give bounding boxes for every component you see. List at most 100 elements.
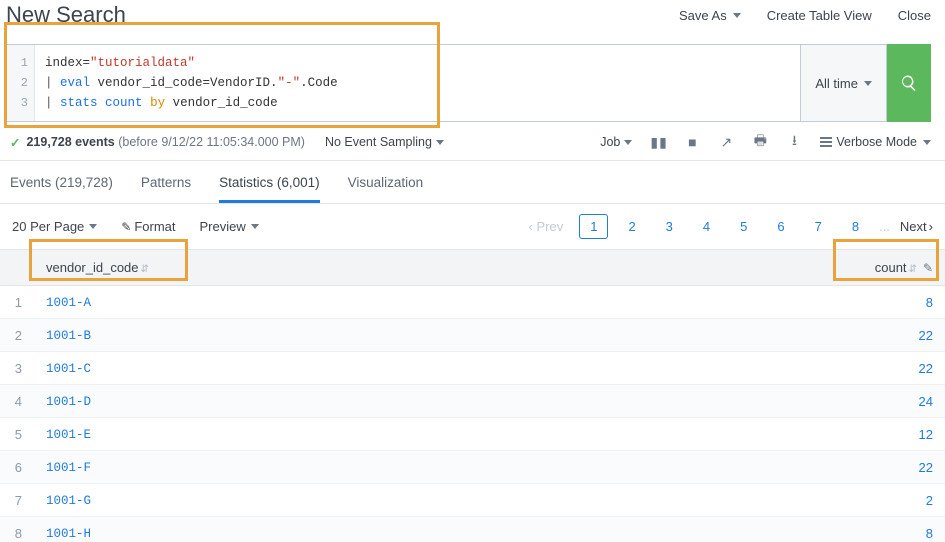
vendor-link[interactable]: 1001-B — [46, 329, 91, 343]
q-l3f: by — [150, 96, 165, 110]
caret-down-icon — [251, 224, 259, 229]
tab-events[interactable]: Events (219,728) — [10, 171, 113, 203]
page-7[interactable]: 7 — [805, 215, 832, 238]
pencil-icon[interactable]: ✎ — [923, 261, 933, 275]
events-count-value: 219,728 events — [26, 135, 114, 149]
vendor-link[interactable]: 1001-A — [46, 296, 91, 310]
print-icon[interactable]: 🖶 — [752, 130, 768, 154]
vendor-link[interactable]: 1001-G — [46, 494, 91, 508]
table-row: 5 1001-E 12 — [0, 418, 945, 451]
q-l2c: vendor_id_code=VendorID. — [90, 76, 278, 90]
download-icon[interactable]: ⭳ — [786, 130, 802, 154]
q-l2e: .Code — [300, 76, 338, 90]
query-editor[interactable]: 1 2 3 index="tutorialdata" | eval vendor… — [6, 44, 801, 122]
time-range-picker[interactable]: All time — [801, 44, 887, 122]
row-index: 7 — [0, 484, 34, 517]
tab-visualization[interactable]: Visualization — [348, 171, 424, 203]
count-cell[interactable]: 22 — [855, 352, 945, 385]
pencil-icon: ✎ — [121, 220, 131, 234]
next-page-link[interactable]: Next › — [900, 219, 933, 234]
count-cell[interactable]: 22 — [855, 319, 945, 352]
table-row: 1 1001-A 8 — [0, 286, 945, 319]
page-4[interactable]: 4 — [693, 215, 720, 238]
caret-down-icon — [436, 140, 444, 145]
gutter-line-1: 1 — [13, 53, 28, 73]
share-icon[interactable]: ↗ — [718, 134, 734, 151]
page-8[interactable]: 8 — [842, 215, 869, 238]
table-row: 2 1001-B 22 — [0, 319, 945, 352]
vendor-link[interactable]: 1001-D — [46, 395, 91, 409]
gutter-line-2: 2 — [13, 73, 28, 93]
results-table: vendor_id_code⇵ count⇵✎ 11001-A821001-B2… — [0, 249, 945, 542]
vendor-link[interactable]: 1001-H — [46, 527, 91, 541]
vendor-link[interactable]: 1001-E — [46, 428, 91, 442]
page-2[interactable]: 2 — [618, 215, 645, 238]
caret-down-icon — [89, 224, 97, 229]
vendor-cell: 1001-A — [34, 286, 855, 319]
table-row: 3 1001-C 22 — [0, 352, 945, 385]
vendor-link[interactable]: 1001-C — [46, 362, 91, 376]
check-icon: ✓ — [10, 135, 20, 150]
events-count: 219,728 events (before 9/12/22 11:05:34.… — [26, 135, 304, 149]
search-mode-dropdown[interactable]: Verbose Mode — [820, 135, 931, 149]
job-label: Job — [600, 135, 620, 149]
table-row: 81001-H8 — [0, 517, 945, 542]
mode-icon — [820, 137, 832, 147]
row-index: 3 — [0, 352, 34, 385]
col-vendor-label: vendor_id_code — [46, 260, 139, 275]
header-actions: Save As Create Table View Close — [679, 8, 931, 23]
job-dropdown[interactable]: Job — [600, 135, 632, 149]
pause-icon[interactable]: ▮▮ — [650, 134, 666, 151]
count-cell[interactable]: 12 — [855, 418, 945, 451]
row-index: 5 — [0, 418, 34, 451]
vendor-cell: 1001-C — [34, 352, 855, 385]
q-l2a: | — [45, 76, 60, 90]
row-index: 1 — [0, 286, 34, 319]
vendor-cell: 1001-E — [34, 418, 855, 451]
events-meta: (before 9/12/22 11:05:34.000 PM) — [118, 135, 305, 149]
row-index: 2 — [0, 319, 34, 352]
q-l3g: vendor_id_code — [165, 96, 278, 110]
row-index: 4 — [0, 385, 34, 418]
page-6[interactable]: 6 — [767, 215, 794, 238]
create-table-view-button[interactable]: Create Table View — [767, 8, 872, 23]
sampling-label: No Event Sampling — [325, 135, 432, 149]
save-as-button[interactable]: Save As — [679, 8, 741, 23]
per-page-label: 20 Per Page — [12, 219, 84, 234]
preview-dropdown[interactable]: Preview — [200, 219, 259, 234]
tab-patterns[interactable]: Patterns — [141, 171, 191, 203]
page-5[interactable]: 5 — [730, 215, 757, 238]
count-cell[interactable]: 8 — [855, 517, 945, 542]
save-as-label: Save As — [679, 8, 727, 23]
format-button[interactable]: ✎Format — [121, 219, 175, 234]
count-cell[interactable]: 8 — [855, 286, 945, 319]
stop-icon[interactable]: ■ — [684, 134, 700, 150]
results-toolbar: 20 Per Page ✎Format Preview ‹ Prev 1 2 3… — [0, 204, 945, 249]
col-count-label: count — [875, 260, 907, 275]
gutter-line-3: 3 — [13, 93, 28, 113]
close-button[interactable]: Close — [898, 8, 931, 23]
job-status-bar: ✓ 219,728 events (before 9/12/22 11:05:3… — [0, 122, 945, 161]
per-page-dropdown[interactable]: 20 Per Page — [12, 219, 97, 234]
q-l3b: stats — [60, 96, 98, 110]
count-cell[interactable]: 22 — [855, 451, 945, 484]
header: New Search Save As Create Table View Clo… — [0, 0, 945, 28]
prev-page-link[interactable]: ‹ Prev — [523, 215, 570, 238]
count-cell[interactable]: 2 — [855, 484, 945, 517]
tab-statistics[interactable]: Statistics (6,001) — [219, 171, 320, 203]
run-search-button[interactable] — [887, 44, 931, 122]
sort-icon: ⇵ — [909, 264, 917, 275]
table-row: 7 1001-G 2 — [0, 484, 945, 517]
page-3[interactable]: 3 — [656, 215, 683, 238]
q-l2d: "-" — [278, 76, 301, 90]
vendor-cell: 1001-F — [34, 451, 855, 484]
col-vendor-header[interactable]: vendor_id_code⇵ — [34, 250, 855, 286]
vendor-cell: 1001-D — [34, 385, 855, 418]
page-1[interactable]: 1 — [579, 214, 608, 239]
count-cell[interactable]: 24 — [855, 385, 945, 418]
col-count-header[interactable]: count⇵ ✎ — [855, 250, 945, 286]
query-code[interactable]: index="tutorialdata" | eval vendor_id_co… — [35, 45, 800, 121]
event-sampling-dropdown[interactable]: No Event Sampling — [325, 135, 444, 149]
q-l2b: eval — [60, 76, 90, 90]
vendor-link[interactable]: 1001-F — [46, 461, 91, 475]
